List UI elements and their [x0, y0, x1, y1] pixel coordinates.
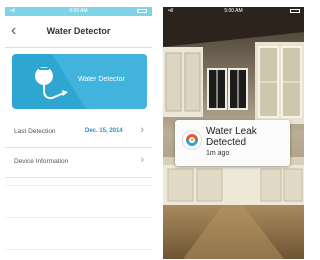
- detector-screen: •ıll 5:00 AM ‹ Water Detector Water Dete…: [5, 7, 152, 259]
- device-information-label: Device Information: [14, 158, 69, 165]
- last-detection-label: Last Detection: [14, 128, 56, 135]
- status-bar: •ıll 5:00 AM: [5, 7, 152, 16]
- chevron-right-icon: ›: [140, 124, 144, 136]
- notification-time: 1m ago: [206, 150, 230, 157]
- leak-notification[interactable]: Water Leak Detected 1m ago: [175, 120, 290, 166]
- chevron-right-icon: ›: [140, 154, 144, 166]
- notification-title: Water Leak: [206, 126, 257, 137]
- last-detection-value: Dec. 15, 2014: [85, 128, 123, 134]
- last-detection-row[interactable]: Last Detection Dec. 15, 2014 ›: [5, 119, 152, 148]
- notification-title-line2: Detected: [206, 137, 247, 148]
- battery-icon: [290, 9, 300, 13]
- status-bar: •ıll 5:00 AM: [163, 7, 304, 16]
- nav-bar: ‹ Water Detector: [5, 17, 152, 48]
- status-time: 5:00 AM: [69, 8, 88, 14]
- device-card: Water Detector: [12, 54, 147, 109]
- divider: [5, 249, 152, 250]
- divider: [5, 217, 152, 218]
- divider: [5, 185, 152, 186]
- status-time: 5:00 AM: [224, 8, 243, 14]
- notification-screen: •ıll 5:00 AM Water Leak Detected 1m ago: [163, 7, 304, 259]
- page-title: Water Detector: [46, 26, 111, 36]
- app-logo-icon: [182, 130, 202, 150]
- device-information-row[interactable]: Device Information ›: [5, 149, 152, 178]
- battery-icon: [137, 9, 147, 13]
- device-card-label: Water Detector: [78, 76, 125, 83]
